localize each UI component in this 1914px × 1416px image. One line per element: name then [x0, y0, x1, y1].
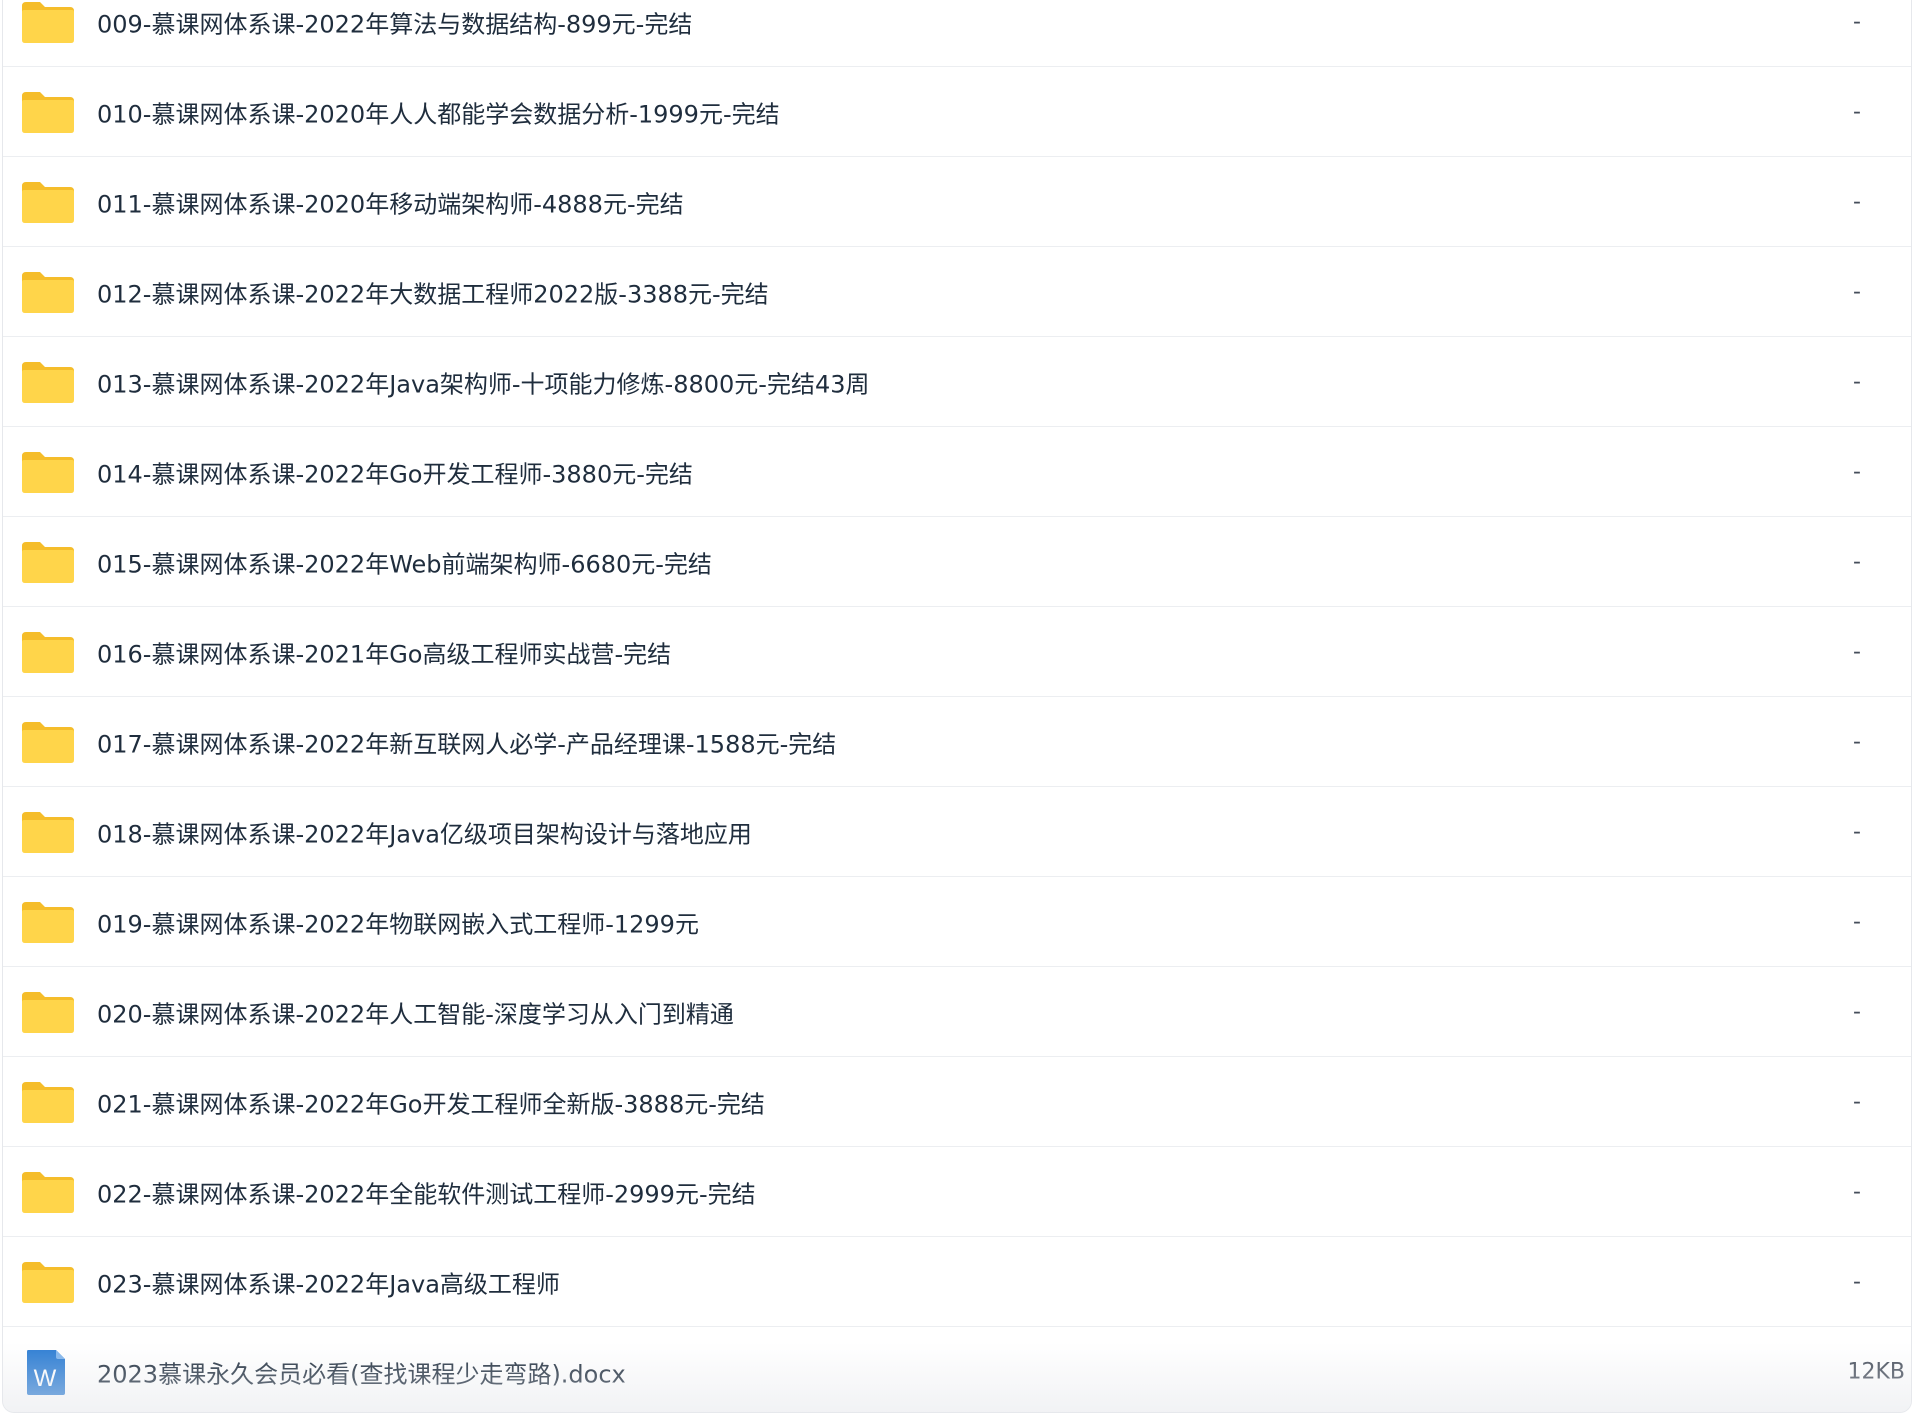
folder-name[interactable]: 021-慕课网体系课-2022年Go开发工程师全新版-3888元-完结 — [97, 1084, 765, 1119]
folder-row-020[interactable]: 020-慕课网体系课-2022年人工智能-深度学习从入门到精通 - — [3, 967, 1911, 1057]
folder-row-013[interactable]: 013-慕课网体系课-2022年Java架构师-十项能力修炼-8800元-完结4… — [3, 337, 1911, 427]
folder-icon — [22, 361, 74, 403]
file-row-docx[interactable]: W 2023慕课永久会员必看(查找课程少走弯路).docx 12KB — [3, 1327, 1911, 1412]
folder-name[interactable]: 010-慕课网体系课-2020年人人都能学会数据分析-1999元-完结 — [97, 94, 780, 129]
folder-row-015[interactable]: 015-慕课网体系课-2022年Web前端架构师-6680元-完结 - — [3, 517, 1911, 607]
item-size: - — [1853, 819, 1861, 844]
item-size: - — [1853, 279, 1861, 304]
folder-name[interactable]: 009-慕课网体系课-2022年算法与数据结构-899元-完结 — [97, 4, 692, 39]
folder-icon — [22, 1, 74, 43]
folder-row-023[interactable]: 023-慕课网体系课-2022年Java高级工程师 - — [3, 1237, 1911, 1327]
folder-row-011[interactable]: 011-慕课网体系课-2020年移动端架构师-4888元-完结 - — [3, 157, 1911, 247]
folder-icon — [22, 271, 74, 313]
folder-name[interactable]: 016-慕课网体系课-2021年Go高级工程师实战营-完结 — [97, 634, 671, 669]
folder-row-021[interactable]: 021-慕课网体系课-2022年Go开发工程师全新版-3888元-完结 - — [3, 1057, 1911, 1147]
folder-icon — [22, 541, 74, 583]
folder-icon — [22, 811, 74, 853]
folder-row-010[interactable]: 010-慕课网体系课-2020年人人都能学会数据分析-1999元-完结 - — [3, 67, 1911, 157]
folder-icon — [22, 1261, 74, 1303]
folder-name[interactable]: 015-慕课网体系课-2022年Web前端架构师-6680元-完结 — [97, 544, 712, 579]
folder-row-019[interactable]: 019-慕课网体系课-2022年物联网嵌入式工程师-1299元 - — [3, 877, 1911, 967]
folder-icon — [22, 1081, 74, 1123]
item-size: - — [1853, 909, 1861, 934]
folder-row-017[interactable]: 017-慕课网体系课-2022年新互联网人必学-产品经理课-1588元-完结 - — [3, 697, 1911, 787]
item-size: - — [1853, 9, 1861, 34]
file-list-panel: 009-慕课网体系课-2022年算法与数据结构-899元-完结 - 010-慕课… — [2, 0, 1912, 1413]
folder-name[interactable]: 011-慕课网体系课-2020年移动端架构师-4888元-完结 — [97, 184, 684, 219]
item-size: - — [1853, 369, 1861, 394]
folder-name[interactable]: 022-慕课网体系课-2022年全能软件测试工程师-2999元-完结 — [97, 1174, 756, 1209]
folder-name[interactable]: 020-慕课网体系课-2022年人工智能-深度学习从入门到精通 — [97, 994, 734, 1029]
item-size: - — [1853, 549, 1861, 574]
item-size: - — [1853, 999, 1861, 1024]
folder-row-016[interactable]: 016-慕课网体系课-2021年Go高级工程师实战营-完结 - — [3, 607, 1911, 697]
item-size: - — [1853, 99, 1861, 124]
folder-icon — [22, 451, 74, 493]
folder-name[interactable]: 023-慕课网体系课-2022年Java高级工程师 — [97, 1264, 560, 1299]
folder-name[interactable]: 014-慕课网体系课-2022年Go开发工程师-3880元-完结 — [97, 454, 693, 489]
item-size: - — [1853, 729, 1861, 754]
item-size: - — [1853, 1269, 1861, 1294]
folder-icon — [22, 91, 74, 133]
folder-icon — [22, 721, 74, 763]
folder-icon — [22, 631, 74, 673]
folder-name[interactable]: 019-慕课网体系课-2022年物联网嵌入式工程师-1299元 — [97, 904, 699, 939]
folder-name[interactable]: 012-慕课网体系课-2022年大数据工程师2022版-3388元-完结 — [97, 274, 769, 309]
folder-icon — [22, 901, 74, 943]
word-doc-icon: W — [27, 1350, 65, 1395]
folder-name[interactable]: 013-慕课网体系课-2022年Java架构师-十项能力修炼-8800元-完结4… — [97, 364, 870, 399]
folder-row-012[interactable]: 012-慕课网体系课-2022年大数据工程师2022版-3388元-完结 - — [3, 247, 1911, 337]
item-size: 12KB — [1847, 1359, 1905, 1385]
item-size: - — [1853, 189, 1861, 214]
folder-name[interactable]: 018-慕课网体系课-2022年Java亿级项目架构设计与落地应用 — [97, 814, 752, 849]
folder-row-009[interactable]: 009-慕课网体系课-2022年算法与数据结构-899元-完结 - — [3, 0, 1911, 67]
item-size: - — [1853, 639, 1861, 664]
word-icon-letter: W — [34, 1365, 57, 1392]
item-size: - — [1853, 459, 1861, 484]
folder-row-014[interactable]: 014-慕课网体系课-2022年Go开发工程师-3880元-完结 - — [3, 427, 1911, 517]
item-size: - — [1853, 1089, 1861, 1114]
folder-icon — [22, 1171, 74, 1213]
file-name[interactable]: 2023慕课永久会员必看(查找课程少走弯路).docx — [97, 1355, 626, 1390]
folder-row-018[interactable]: 018-慕课网体系课-2022年Java亿级项目架构设计与落地应用 - — [3, 787, 1911, 877]
folder-icon — [22, 181, 74, 223]
folder-row-022[interactable]: 022-慕课网体系课-2022年全能软件测试工程师-2999元-完结 - — [3, 1147, 1911, 1237]
folder-name[interactable]: 017-慕课网体系课-2022年新互联网人必学-产品经理课-1588元-完结 — [97, 724, 836, 759]
folder-icon — [22, 991, 74, 1033]
item-size: - — [1853, 1179, 1861, 1204]
